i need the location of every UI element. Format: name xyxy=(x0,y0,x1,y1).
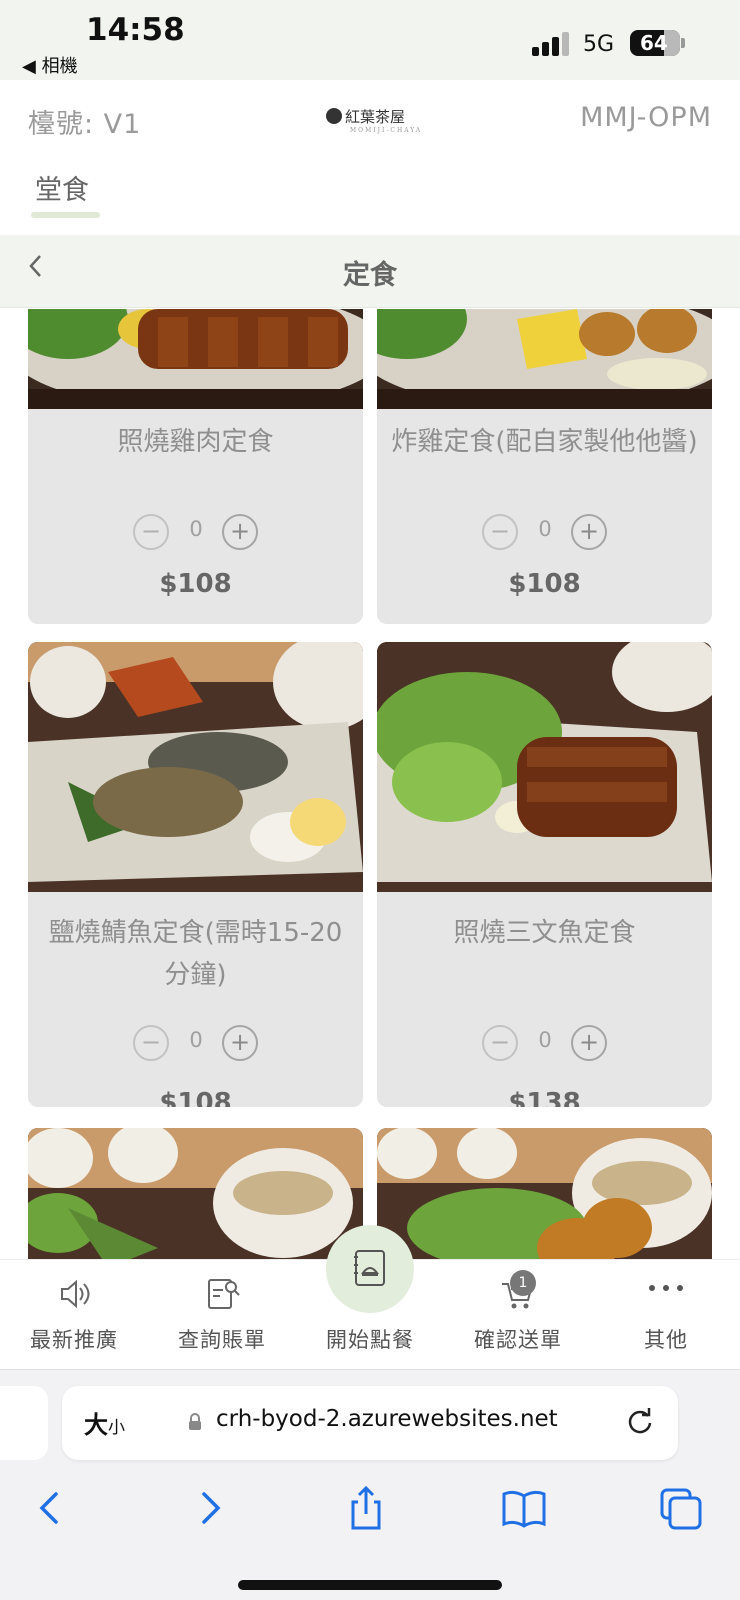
product-name: 照燒雞肉定食 xyxy=(117,427,274,457)
increase-button[interactable]: + xyxy=(222,1025,258,1061)
increase-button[interactable]: + xyxy=(222,514,258,550)
signal-icon xyxy=(532,32,572,56)
maple-leaf-icon xyxy=(326,108,342,124)
nav-label: 開始點餐 xyxy=(326,1328,414,1352)
bookmarks-icon[interactable] xyxy=(498,1484,550,1532)
quantity-value: 0 xyxy=(538,1028,552,1052)
text-size-button[interactable]: 大小 xyxy=(84,1405,125,1440)
nav-label: 其他 xyxy=(644,1328,688,1352)
address-bar[interactable]: 大小 crh-byod-2.azurewebsites.net xyxy=(62,1386,678,1460)
product-name: 鹽燒鯖魚定食(需時15-20分鐘) xyxy=(48,918,343,990)
lock-icon xyxy=(189,1413,201,1430)
product-card[interactable] xyxy=(28,1128,363,1259)
product-name: 照燒三文魚定食 xyxy=(453,918,636,948)
category-title: 定食 xyxy=(343,260,397,291)
status-time: 14:58 xyxy=(86,12,185,48)
quantity-stepper: − 0 + xyxy=(377,1025,712,1061)
product-price: $108 xyxy=(159,1088,232,1107)
quantity-stepper: − 0 + xyxy=(28,514,363,550)
product-card[interactable]: 鹽燒鯖魚定食(需時15-20分鐘) − 0 + $108 xyxy=(28,642,363,1107)
bill-search-icon xyxy=(208,1279,240,1309)
tab-active-indicator xyxy=(31,212,100,218)
battery-level: 64 xyxy=(640,31,668,55)
category-bar: 定食 xyxy=(0,235,740,308)
quantity-value: 0 xyxy=(538,517,552,541)
browser-chrome: 大小 crh-byod-2.azurewebsites.net xyxy=(0,1369,740,1600)
speaker-icon xyxy=(61,1279,90,1309)
nav-bill-inquiry[interactable]: 查詢賬單 xyxy=(148,1260,296,1370)
share-icon[interactable] xyxy=(340,1484,392,1532)
reload-icon[interactable] xyxy=(624,1406,656,1438)
status-bar: 14:58 ◀ 相機 5G 64 xyxy=(0,0,740,80)
product-photo xyxy=(377,642,712,892)
increase-button[interactable]: + xyxy=(571,514,607,550)
bottom-navigation: 最新推廣 查詢賬單 開始點餐 確認送單 1 其他 xyxy=(0,1225,740,1370)
product-price: $108 xyxy=(508,569,581,599)
increase-button[interactable]: + xyxy=(571,1025,607,1061)
product-card[interactable]: 炸雞定食(配自家製他他醬) − 0 + $108 xyxy=(377,309,712,624)
more-icon xyxy=(649,1285,683,1291)
product-photo xyxy=(28,309,363,409)
product-card[interactable]: 照燒雞肉定食 − 0 + $108 xyxy=(28,309,363,624)
product-name: 炸雞定食(配自家製他他醬) xyxy=(391,427,698,457)
nav-label: 查詢賬單 xyxy=(178,1328,266,1352)
back-arrow-icon[interactable] xyxy=(24,1484,76,1532)
decrease-button[interactable]: − xyxy=(133,1025,169,1061)
store-code: MMJ-OPM xyxy=(580,102,712,133)
logo-text: 紅葉茶屋 xyxy=(345,108,406,126)
product-photo xyxy=(377,1128,712,1259)
brand-logo: 紅葉茶屋 MOMIJI-CHAYA xyxy=(326,106,422,134)
forward-arrow-icon[interactable] xyxy=(184,1484,236,1532)
product-photo xyxy=(28,642,363,892)
battery-icon: 64 xyxy=(630,30,680,56)
product-price: $138 xyxy=(508,1088,581,1107)
home-indicator xyxy=(238,1580,502,1590)
tabs-icon[interactable] xyxy=(656,1484,708,1532)
quantity-value: 0 xyxy=(189,1028,203,1052)
url-text: crh-byod-2.azurewebsites.net xyxy=(216,1406,558,1432)
network-type: 5G xyxy=(583,32,615,57)
cart-count-badge: 1 xyxy=(510,1270,536,1296)
quantity-stepper: − 0 + xyxy=(377,514,712,550)
product-price: $108 xyxy=(159,569,232,599)
nav-promotions[interactable]: 最新推廣 xyxy=(0,1260,148,1370)
nav-label: 確認送單 xyxy=(474,1328,562,1352)
logo-subtext: MOMIJI-CHAYA xyxy=(350,127,423,134)
product-photo xyxy=(377,309,712,409)
decrease-button[interactable]: − xyxy=(482,1025,518,1061)
decrease-button[interactable]: − xyxy=(133,514,169,550)
previous-tab-preview[interactable] xyxy=(0,1386,48,1460)
decrease-button[interactable]: − xyxy=(482,514,518,550)
tab-dine-in[interactable]: 堂食 xyxy=(35,168,89,207)
product-card[interactable] xyxy=(377,1128,712,1259)
nav-start-order[interactable]: 開始點餐 xyxy=(296,1260,444,1370)
back-to-app-link[interactable]: ◀ 相機 xyxy=(22,52,78,78)
product-photo xyxy=(28,1128,363,1259)
product-card[interactable]: 照燒三文魚定食 − 0 + $138 xyxy=(377,642,712,1107)
quantity-value: 0 xyxy=(189,517,203,541)
nav-label: 最新推廣 xyxy=(30,1328,118,1352)
table-number: 檯號: V1 xyxy=(28,109,142,140)
nav-more[interactable]: 其他 xyxy=(592,1260,740,1370)
app-header: 檯號: V1 紅葉茶屋 MOMIJI-CHAYA MMJ-OPM 堂食 xyxy=(0,80,740,235)
quantity-stepper: − 0 + xyxy=(28,1025,363,1061)
product-grid: 照燒雞肉定食 − 0 + $108 炸雞定食(配自家製他他醬) − 0 + $1… xyxy=(0,309,740,1259)
